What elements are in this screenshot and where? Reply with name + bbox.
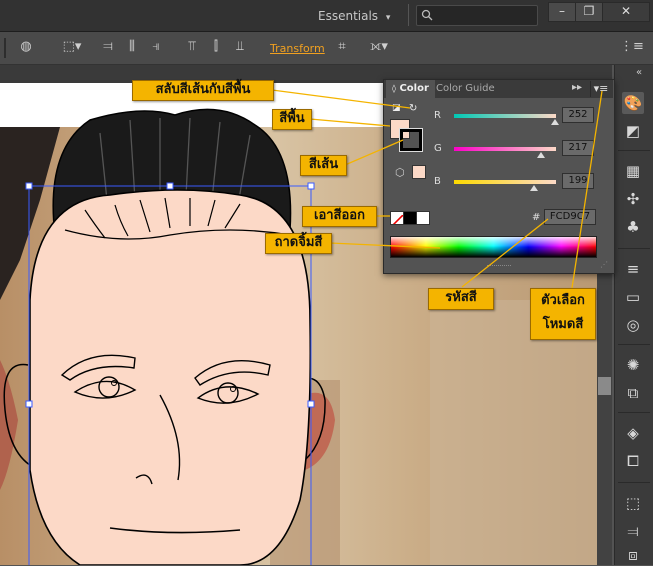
callout-mode-options: ตัวเลือก โหมดสี xyxy=(530,288,596,340)
callout-leader-lines xyxy=(271,89,603,289)
callout-swap-fill-stroke: สลับสีเส้นกับสีพื้น xyxy=(132,80,274,101)
callout-color-spectrum: ถาดจิ้มสี xyxy=(265,233,332,254)
callout-hex-code: รหัสสี xyxy=(428,288,494,310)
callout-stroke: สีเส้น xyxy=(300,155,347,176)
callout-mode-options-line1: ตัวเลือก xyxy=(541,293,585,308)
callout-fill: สีพื้น xyxy=(272,109,312,130)
callout-mode-options-line2: โหมดสี xyxy=(542,317,584,332)
callout-none-color: เอาสีออก xyxy=(302,206,377,227)
